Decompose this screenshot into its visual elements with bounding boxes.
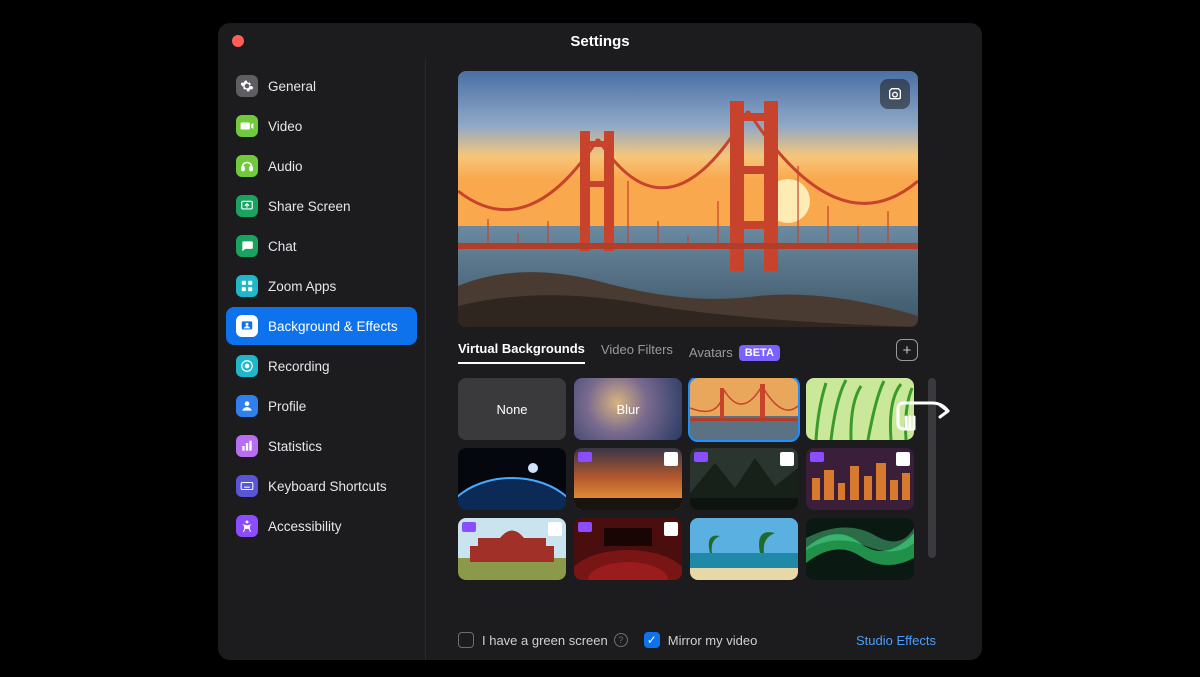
tab-virtual-backgrounds[interactable]: Virtual Backgrounds (458, 341, 585, 364)
sidebar-item-label: Chat (268, 239, 297, 254)
sidebar-item-label: Share Screen (268, 199, 351, 214)
sidebar-item-recording[interactable]: Recording (226, 347, 417, 385)
bg-thumb-palace[interactable] (458, 518, 566, 580)
template-tag-icon (578, 522, 592, 532)
rotate-camera-button[interactable] (880, 79, 910, 109)
sidebar-item-label: General (268, 79, 316, 94)
sidebar-item-profile[interactable]: Profile (226, 387, 417, 425)
studio-effects-link[interactable]: Studio Effects (856, 633, 936, 648)
bg-thumb-grass[interactable] (806, 378, 914, 440)
bg-thumb-none[interactable]: None (458, 378, 566, 440)
tab-avatars[interactable]: Avatars (689, 345, 733, 360)
bg-thumb-earth[interactable] (458, 448, 566, 510)
green-screen-checkbox[interactable]: I have a green screen ? (458, 632, 628, 648)
sidebar-item-accessibility[interactable]: Accessibility (226, 507, 417, 545)
qr-icon (896, 452, 910, 466)
sidebar-item-label: Statistics (268, 439, 322, 454)
keyboard-icon (236, 475, 258, 497)
chat-icon (236, 235, 258, 257)
sidebar-item-label: Background & Effects (268, 319, 398, 334)
qr-icon (664, 452, 678, 466)
qr-icon (664, 522, 678, 536)
audio-icon (236, 155, 258, 177)
sidebar-item-label: Accessibility (268, 519, 342, 534)
beta-badge: BETA (739, 345, 780, 361)
footer: I have a green screen ? ✓ Mirror my vide… (458, 624, 936, 648)
template-tag-icon (578, 452, 592, 462)
gear-icon (236, 75, 258, 97)
bg-thumb-aurora[interactable] (806, 518, 914, 580)
sidebar-item-audio[interactable]: Audio (226, 147, 417, 185)
bg-thumb-mountains[interactable] (690, 448, 798, 510)
backgrounds-grid: None Blur (458, 378, 936, 580)
stats-icon (236, 435, 258, 457)
grid-scrollbar[interactable] (928, 378, 936, 558)
bg-thumb-bridge[interactable] (690, 378, 798, 440)
video-preview (458, 71, 918, 327)
apps-icon (236, 275, 258, 297)
profile-icon (236, 395, 258, 417)
tab-video-filters[interactable]: Video Filters (601, 342, 673, 363)
bg-thumb-city[interactable] (806, 448, 914, 510)
effects-tabs: Virtual Backgrounds Video Filters Avatar… (458, 341, 918, 364)
sidebar-item-label: Recording (268, 359, 330, 374)
window-title: Settings (570, 33, 629, 50)
bgfx-icon (236, 315, 258, 337)
share-icon (236, 195, 258, 217)
traffic-lights (232, 35, 244, 47)
template-tag-icon (810, 452, 824, 462)
settings-window: Settings General Video Audio Share Screen Ch… (218, 23, 982, 660)
sidebar-item-label: Profile (268, 399, 306, 414)
template-tag-icon (694, 452, 708, 462)
sidebar-item-label: Audio (268, 159, 303, 174)
qr-icon (548, 522, 562, 536)
sidebar-item-zoom-apps[interactable]: Zoom Apps (226, 267, 417, 305)
bg-thumb-sunset[interactable] (574, 448, 682, 510)
video-icon (236, 115, 258, 137)
sidebar-item-chat[interactable]: Chat (226, 227, 417, 265)
sidebar: General Video Audio Share Screen Chat Zoom Ap… (218, 59, 426, 660)
a11y-icon (236, 515, 258, 537)
bg-thumb-theater[interactable] (574, 518, 682, 580)
qr-icon (780, 452, 794, 466)
checkbox-icon: ✓ (644, 632, 660, 648)
preview-image (458, 71, 918, 327)
record-icon (236, 355, 258, 377)
sidebar-item-statistics[interactable]: Statistics (226, 427, 417, 465)
sidebar-item-label: Keyboard Shortcuts (268, 479, 387, 494)
checkbox-icon (458, 632, 474, 648)
sidebar-item-background-effects[interactable]: Background & Effects (226, 307, 417, 345)
sidebar-item-video[interactable]: Video (226, 107, 417, 145)
add-background-button[interactable]: + (896, 339, 918, 361)
content-pane: Virtual Backgrounds Video Filters Avatar… (426, 59, 982, 660)
sidebar-item-label: Zoom Apps (268, 279, 336, 294)
sidebar-item-keyboard-shortcuts[interactable]: Keyboard Shortcuts (226, 467, 417, 505)
sidebar-item-share-screen[interactable]: Share Screen (226, 187, 417, 225)
info-icon[interactable]: ? (614, 633, 628, 647)
sidebar-item-label: Video (268, 119, 302, 134)
backgrounds-grid-wrap: None Blur (458, 378, 936, 624)
template-tag-icon (462, 522, 476, 532)
close-window-button[interactable] (232, 35, 244, 47)
bg-thumb-blur[interactable]: Blur (574, 378, 682, 440)
sidebar-item-general[interactable]: General (226, 67, 417, 105)
titlebar: Settings (218, 23, 982, 59)
bg-thumb-beach[interactable] (690, 518, 798, 580)
mirror-video-checkbox[interactable]: ✓ Mirror my video (644, 632, 758, 648)
